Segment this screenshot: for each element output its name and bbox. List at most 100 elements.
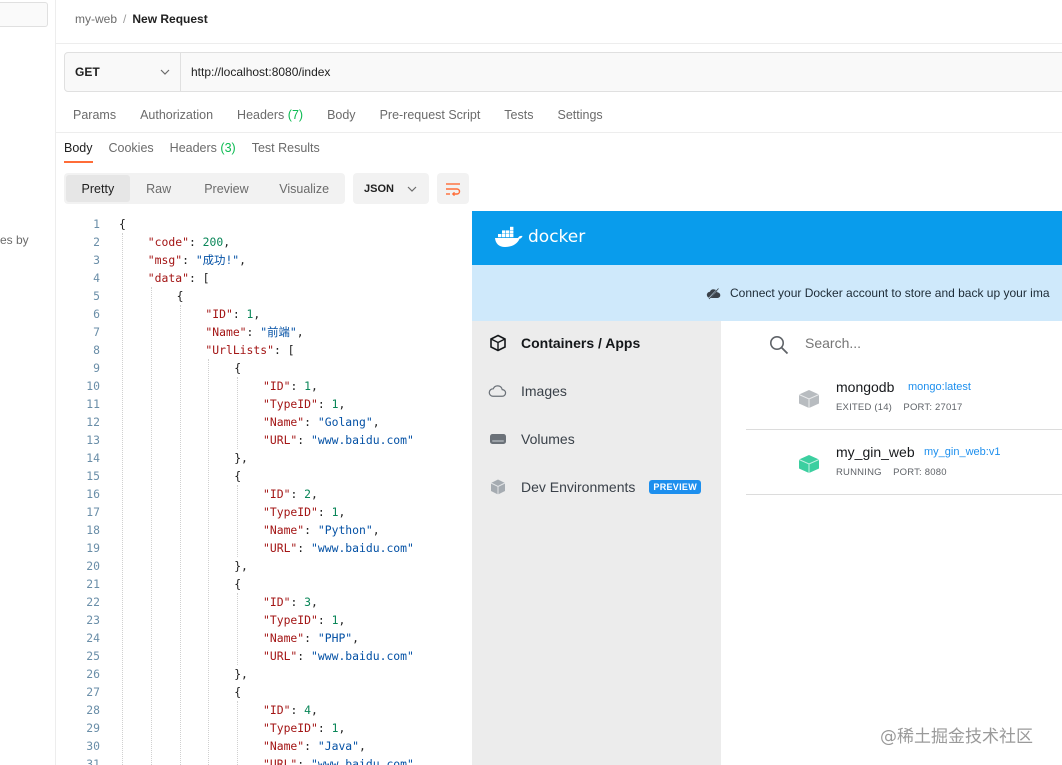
line-number: 28 (86, 703, 100, 717)
tab-params[interactable]: Params (73, 108, 116, 122)
code-text: { (234, 683, 241, 701)
tab-settings[interactable]: Settings (557, 108, 602, 122)
code-token: , (338, 397, 346, 411)
line-number: 31 (86, 757, 100, 765)
sidebar-search-box[interactable] (0, 2, 48, 27)
row-divider (746, 494, 1062, 495)
code-token: "ID" (263, 595, 291, 609)
container-search-input[interactable] (805, 333, 1045, 353)
docker-banner: Connect your Docker account to store and… (472, 265, 1062, 321)
code-line: 27 { (56, 683, 472, 701)
code-line: 5{ (56, 287, 472, 305)
tab-label: Cookies (108, 141, 154, 155)
docker-nav-dev-environments[interactable]: Dev Environments PREVIEW (488, 479, 701, 495)
docker-nav-containers-apps[interactable]: Containers / Apps (488, 334, 640, 352)
tab-body[interactable]: Body (327, 108, 356, 122)
docker-nav-volumes[interactable]: Volumes (488, 431, 575, 447)
tab-headers[interactable]: Headers (7) (237, 108, 303, 122)
wrap-lines-button[interactable] (437, 173, 469, 204)
code-line: 31 "URL": "www.baidu.com" (56, 755, 472, 765)
container-port: PORT: 27017 (903, 402, 963, 413)
code-token: "TypeID" (263, 613, 318, 627)
code-token: "Name" (205, 325, 247, 339)
tab-authorization[interactable]: Authorization (140, 108, 213, 122)
tab-pre-request-script[interactable]: Pre-request Script (380, 108, 481, 122)
code-text: { (177, 287, 184, 305)
search-icon (770, 336, 789, 355)
code-token: , (352, 631, 360, 645)
container-cube-icon (798, 454, 820, 479)
code-token: "URL" (263, 649, 298, 663)
view-visualize[interactable]: Visualize (265, 175, 343, 202)
view-raw[interactable]: Raw (130, 175, 188, 202)
container-image-link[interactable]: mongo:latest (908, 381, 971, 393)
code-token: "ID" (263, 487, 291, 501)
code-token: "www.baidu.com" (311, 433, 414, 447)
format-select[interactable]: JSON (353, 173, 429, 204)
breadcrumb: my-web / New Request (75, 12, 208, 26)
code-token: { (176, 289, 184, 303)
indent-guide (237, 701, 239, 765)
tab-count-badge: (7) (287, 108, 304, 122)
code-line: 26}, (56, 665, 472, 683)
code-line: 3 "msg": "成功!", (56, 251, 472, 269)
code-text: "URL": "www.baidu.com" (263, 539, 414, 557)
code-token: "Name" (263, 523, 305, 537)
code-text: "URL": "www.baidu.com" (263, 755, 414, 765)
code-token: : (304, 415, 318, 429)
chevron-down-icon (407, 186, 417, 192)
code-line: 16 "ID": 2, (56, 485, 472, 503)
response-tab-headers[interactable]: Headers (3) (170, 141, 236, 155)
container-state: EXITED (14) (836, 402, 893, 413)
line-number: 14 (86, 451, 100, 465)
view-preview[interactable]: Preview (188, 175, 266, 202)
line-number: 10 (86, 379, 100, 393)
breadcrumb-collection[interactable]: my-web (75, 12, 117, 26)
code-token: "www.baidu.com" (311, 757, 414, 765)
line-number: 25 (86, 649, 100, 663)
request-bar: GET (64, 52, 1062, 92)
code-text: "code": 200, (148, 233, 230, 251)
method-select[interactable]: GET (65, 53, 181, 91)
line-number: 7 (93, 325, 100, 339)
code-token: "URL" (263, 757, 298, 765)
code-token: : (232, 307, 247, 321)
container-image-link[interactable]: my_gin_web:v1 (924, 446, 1000, 458)
code-token: "www.baidu.com" (311, 541, 414, 555)
breadcrumb-request[interactable]: New Request (132, 12, 207, 26)
tab-tests[interactable]: Tests (504, 108, 533, 122)
container-name: my_gin_web (836, 444, 915, 460)
code-text: "Name": "Java", (263, 737, 366, 755)
view-pretty[interactable]: Pretty (66, 175, 130, 202)
docker-nav-images[interactable]: Images (488, 383, 567, 399)
line-number: 19 (86, 541, 100, 555)
response-tab-body[interactable]: Body (64, 141, 93, 163)
tab-label: Tests (504, 108, 534, 122)
code-token: "data" (147, 271, 189, 285)
code-token: }, (234, 559, 248, 573)
indent-guide (237, 485, 239, 557)
tab-label: Body (327, 108, 356, 122)
code-token: : (297, 433, 312, 447)
tab-label: Authorization (140, 108, 214, 122)
response-tab-test-results[interactable]: Test Results (252, 141, 320, 155)
sidebar-stub-text: es by (0, 233, 29, 247)
line-number: 3 (93, 253, 100, 267)
method-value: GET (75, 65, 100, 79)
container-row[interactable]: mongodb mongo:latest EXITED (14) PORT: 270… (746, 365, 1062, 429)
code-line: 22 "ID": 3, (56, 593, 472, 611)
code-token: "UrlLists" (205, 343, 274, 357)
url-input[interactable] (181, 53, 1062, 91)
code-line: 4 "data": [ (56, 269, 472, 287)
response-body-code[interactable]: 1{2 "code": 200, 3 "msg": "成功!", 4 "data": [5… (56, 215, 472, 765)
docker-banner-text: Connect your Docker account to store and… (730, 286, 1050, 300)
docker-logo-text: docker (528, 227, 586, 247)
line-number: 15 (86, 469, 100, 483)
chevron-down-icon (160, 69, 170, 75)
container-row[interactable]: my_gin_web my_gin_web:v1 RUNNING PORT: 808… (746, 430, 1062, 494)
breadcrumb-separator: / (123, 12, 127, 26)
line-number: 11 (86, 397, 100, 411)
code-token: : (182, 253, 196, 267)
response-tab-cookies[interactable]: Cookies (109, 141, 154, 155)
code-token: "Name" (263, 631, 305, 645)
